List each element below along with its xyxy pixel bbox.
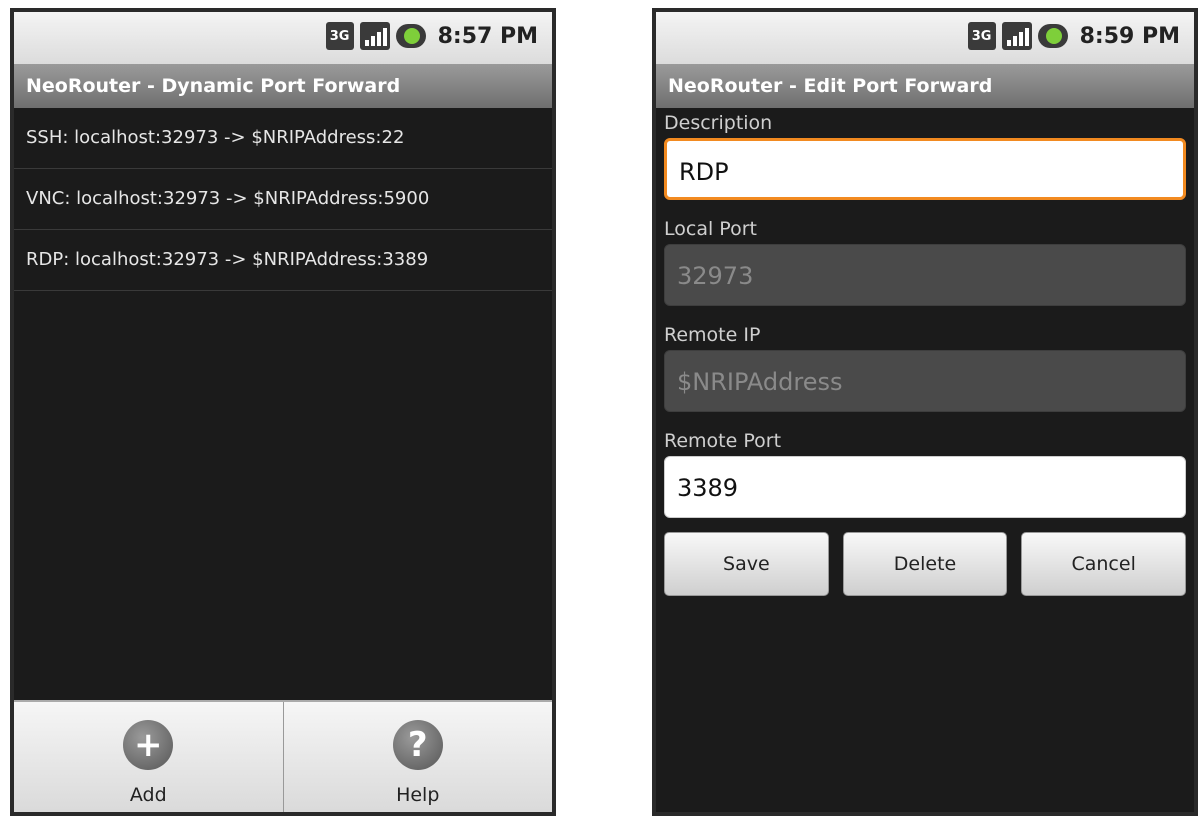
options-menu: + Add ? Help [14,700,552,812]
battery-icon [1037,24,1068,48]
app-title: NeoRouter - Dynamic Port Forward [14,64,552,108]
save-button[interactable]: Save [664,532,829,596]
list-item[interactable]: RDP: localhost:32973 -> $NRIPAddress:338… [14,230,552,291]
list-item[interactable]: SSH: localhost:32973 -> $NRIPAddress:22 [14,108,552,169]
port-forward-list-screen: 3G 8:57 PM NeoRouter - Dynamic Port Forw… [10,8,556,816]
action-buttons: Save Delete Cancel [656,532,1194,596]
remote-ip-label: Remote IP [664,324,761,346]
app-title: NeoRouter - Edit Port Forward [656,64,1194,108]
plus-icon: + [123,720,174,770]
signal-icon [1001,22,1032,50]
battery-icon [395,24,426,48]
clock: 8:59 PM [1079,23,1180,49]
local-port-label: Local Port [664,218,757,240]
port-forward-list: SSH: localhost:32973 -> $NRIPAddress:22 … [14,108,552,291]
edit-port-forward-screen: 3G 8:59 PM NeoRouter - Edit Port Forward… [652,8,1198,816]
cancel-button[interactable]: Cancel [1021,532,1187,596]
add-button[interactable]: + Add [14,702,283,812]
remote-ip-field: $NRIPAddress [664,350,1186,412]
local-port-field: 32973 [664,244,1186,306]
signal-icon [359,22,390,50]
description-field[interactable]: RDP [664,138,1186,200]
clock: 8:57 PM [437,23,538,49]
list-item[interactable]: VNC: localhost:32973 -> $NRIPAddress:590… [14,169,552,230]
status-bar: 3G 8:59 PM [656,12,1194,64]
remote-port-field[interactable]: 3389 [664,456,1186,518]
3g-icon: 3G [325,22,354,50]
help-label: Help [396,784,440,806]
help-icon: ? [392,720,443,770]
status-bar: 3G 8:57 PM [14,12,552,64]
remote-port-label: Remote Port [664,430,782,452]
help-button[interactable]: ? Help [282,702,553,812]
edit-form: Description RDP Local Port 32973 Remote … [656,108,1194,596]
description-label: Description [664,112,773,134]
add-label: Add [129,784,167,806]
delete-button[interactable]: Delete [842,532,1008,596]
3g-icon: 3G [967,22,996,50]
